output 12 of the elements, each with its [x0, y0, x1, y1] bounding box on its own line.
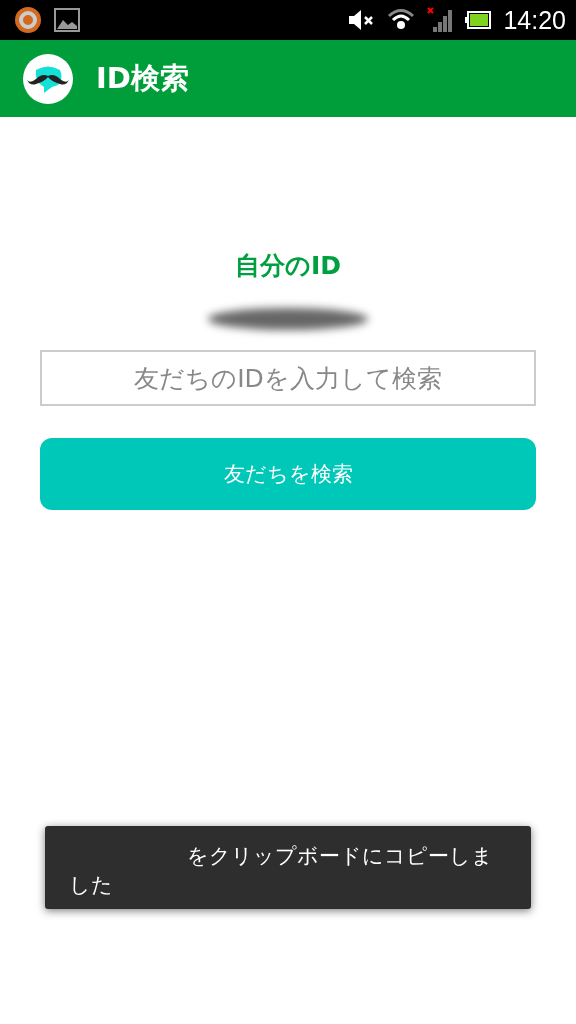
mute-icon: [347, 8, 376, 32]
own-id-label: 自分のID: [234, 250, 342, 282]
app-title: ID検索: [96, 59, 189, 97]
toast-message: をクリップボードにコピーしました: [69, 843, 494, 899]
clock: 14:20: [503, 5, 566, 35]
mustache-logo-icon: [22, 52, 74, 105]
friend-id-field[interactable]: 友だちのIDを入力して検索: [40, 350, 536, 406]
image-icon: [54, 8, 80, 32]
app-notification-icon: [14, 6, 42, 34]
signal-icon: [427, 7, 454, 33]
search-friend-button[interactable]: 友だちを検索: [40, 438, 536, 510]
battery-icon: [465, 10, 492, 30]
